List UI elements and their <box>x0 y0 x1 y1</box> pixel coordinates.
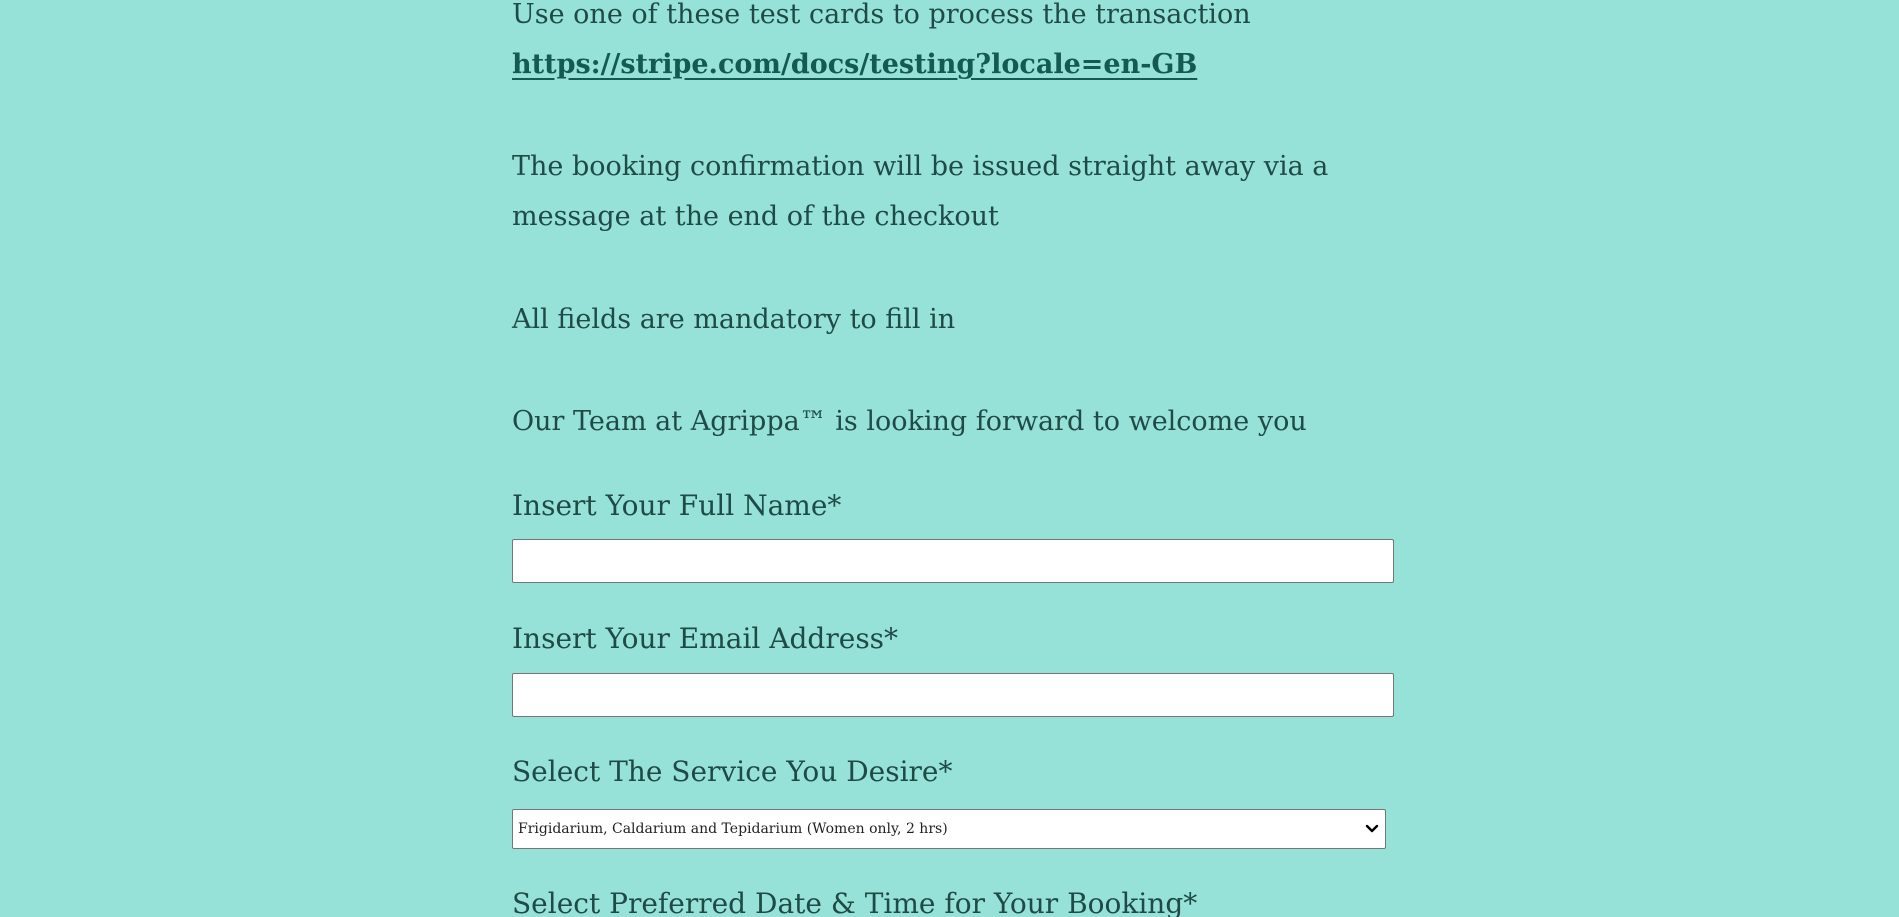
email-input[interactable] <box>512 673 1394 717</box>
mandatory-notice: All fields are mandatory to fill in <box>512 304 956 335</box>
service-selected-value: Frigidarium, Caldarium and Tepidarium (W… <box>518 821 948 837</box>
email-label: Insert Your Email Address* <box>512 622 899 655</box>
full-name-input[interactable] <box>512 539 1394 583</box>
full-name-label: Insert Your Full Name* <box>512 489 842 522</box>
confirmation-info: The booking confirmation will be issued … <box>512 151 1329 232</box>
service-label: Select The Service You Desire* <box>512 755 953 788</box>
stripe-testing-link[interactable]: https://stripe.com/docs/testing?locale=e… <box>512 40 1197 90</box>
test-cards-instruction: Use one of these test cards to process t… <box>512 0 1251 30</box>
welcome-message: Our Team at Agrippa™ is looking forward … <box>512 406 1307 437</box>
chevron-down-icon <box>1359 809 1385 849</box>
service-select[interactable]: Frigidarium, Caldarium and Tepidarium (W… <box>512 809 1386 849</box>
datetime-label: Select Preferred Date & Time for Your Bo… <box>512 887 1198 917</box>
